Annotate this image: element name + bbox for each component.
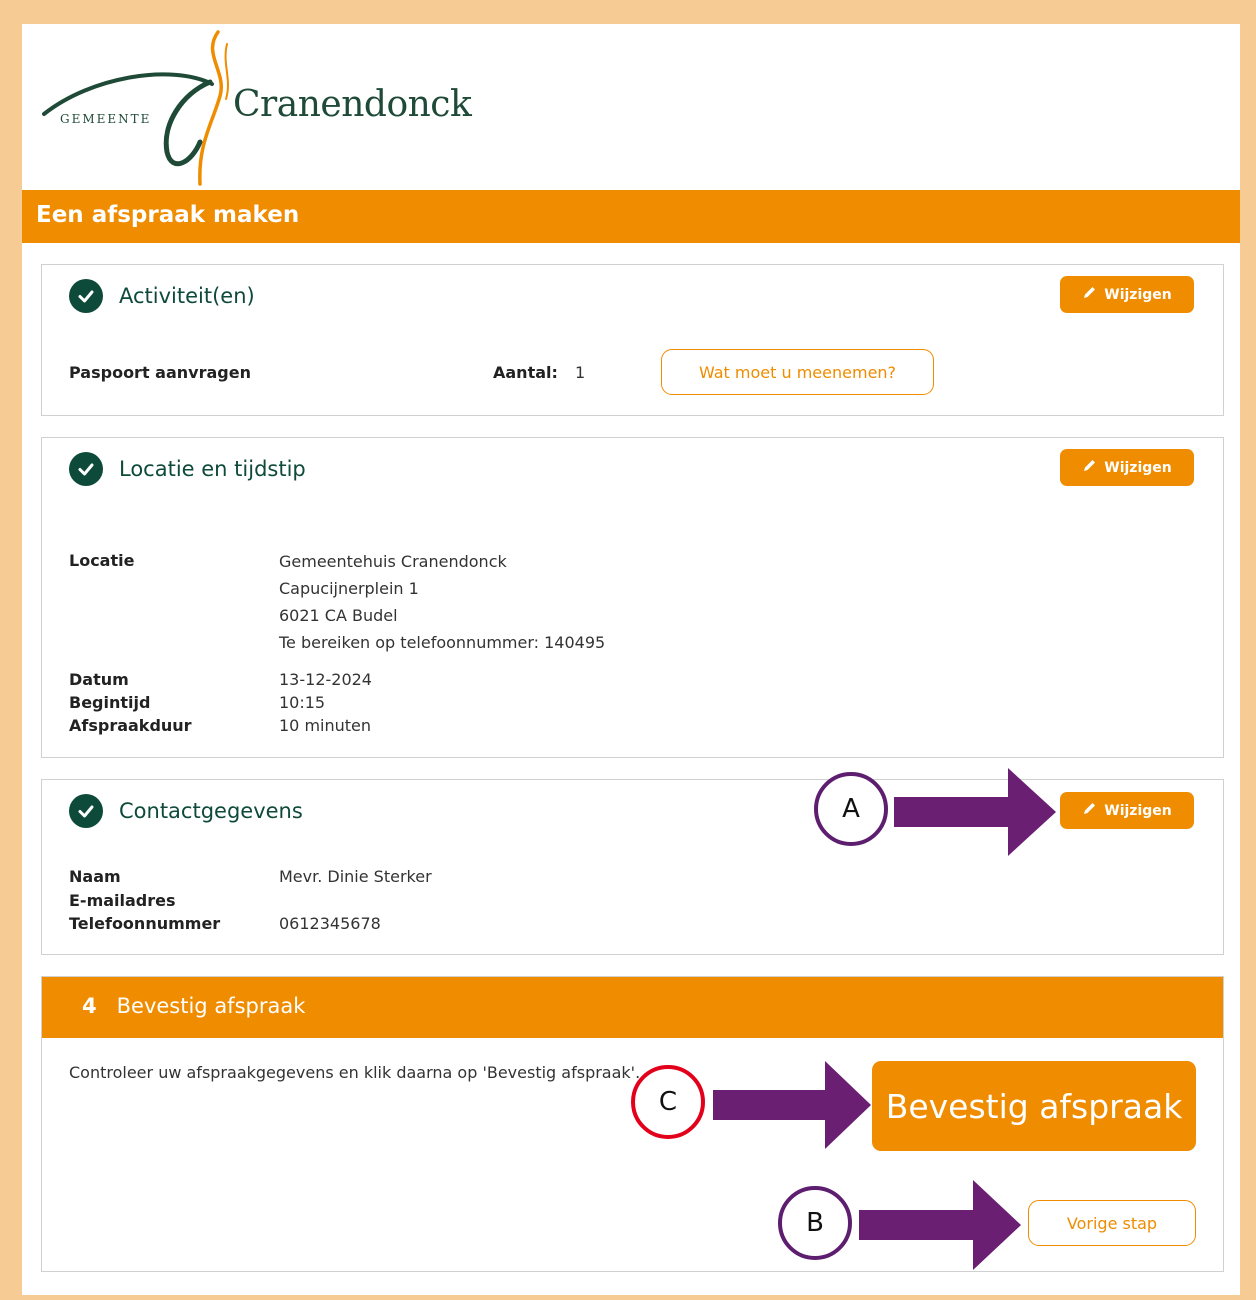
- location-card: Locatie en tijdstip Wijzigen Locatie Gem…: [41, 437, 1224, 758]
- contact-edit-button[interactable]: Wijzigen: [1060, 792, 1194, 829]
- location-label: Locatie: [69, 551, 135, 570]
- what-to-bring-button[interactable]: Wat moet u meenemen?: [661, 349, 934, 395]
- location-title: Locatie en tijdstip: [119, 457, 306, 481]
- activities-card: Activiteit(en) Wijzigen Paspoort aanvrag…: [41, 264, 1224, 416]
- confirm-instruction: Controleer uw afspraakgegevens en klik d…: [69, 1063, 641, 1082]
- contact-header: Contactgegevens: [69, 794, 303, 828]
- pencil-icon: [1082, 801, 1097, 820]
- confirm-card: 4 Bevestig afspraak Controleer uw afspraa…: [41, 976, 1224, 1272]
- count-value: 1: [575, 363, 586, 382]
- annotation-marker-a: A: [814, 772, 888, 846]
- count-label: Aantal:: [493, 363, 558, 382]
- phone-label: Telefoonnummer: [69, 914, 221, 933]
- duration-label: Afspraakduur: [69, 716, 192, 735]
- logo-gemeente-text: GEMEENTE: [60, 112, 152, 126]
- annotation-arrow-b-icon: [859, 1180, 1021, 1270]
- location-edit-label: Wijzigen: [1104, 459, 1172, 476]
- activities-edit-button[interactable]: Wijzigen: [1060, 276, 1194, 313]
- date-value: 13-12-2024: [279, 670, 372, 689]
- page-title: Een afspraak maken: [22, 190, 1240, 243]
- check-circle-icon: [69, 452, 103, 486]
- page: GEMEENTE Cranendonck Een afspraak maken …: [22, 24, 1240, 1295]
- logo-name-text: Cranendonck: [233, 84, 472, 125]
- location-line-4: Te bereiken op telefoonnummer: 140495: [279, 633, 606, 652]
- pencil-icon: [1082, 458, 1097, 477]
- logo: GEMEENTE Cranendonck: [22, 24, 482, 190]
- phone-value: 0612345678: [279, 914, 381, 933]
- location-line-3: 6021 CA Budel: [279, 606, 398, 625]
- location-line-2: Capucijnerplein 1: [279, 579, 419, 598]
- previous-step-button[interactable]: Vorige stap: [1028, 1200, 1196, 1246]
- email-label: E-mailadres: [69, 891, 176, 910]
- confirm-appointment-button[interactable]: Bevestig afspraak: [872, 1061, 1196, 1151]
- name-label: Naam: [69, 867, 121, 886]
- location-line-1: Gemeentehuis Cranendonck: [279, 552, 507, 571]
- step-number: 4: [82, 994, 97, 1018]
- activities-title: Activiteit(en): [119, 284, 255, 308]
- confirm-title: Bevestig afspraak: [116, 994, 306, 1018]
- activity-item: Paspoort aanvragen: [69, 363, 251, 382]
- location-edit-button[interactable]: Wijzigen: [1060, 449, 1194, 486]
- check-circle-icon: [69, 794, 103, 828]
- activities-header: Activiteit(en): [69, 279, 255, 313]
- annotation-arrow-c-icon: [713, 1061, 871, 1149]
- duration-value: 10 minuten: [279, 716, 372, 735]
- annotation-arrow-a-icon: [894, 768, 1056, 856]
- annotation-marker-c: C: [631, 1065, 705, 1139]
- date-label: Datum: [69, 670, 129, 689]
- location-header: Locatie en tijdstip: [69, 452, 306, 486]
- start-time-label: Begintijd: [69, 693, 151, 712]
- contact-edit-label: Wijzigen: [1104, 802, 1172, 819]
- check-circle-icon: [69, 279, 103, 313]
- contact-title: Contactgegevens: [119, 799, 303, 823]
- name-value: Mevr. Dinie Sterker: [279, 867, 432, 886]
- pencil-icon: [1082, 285, 1097, 304]
- annotation-marker-b: B: [778, 1186, 852, 1260]
- confirm-header: 4 Bevestig afspraak: [42, 977, 1223, 1038]
- start-time-value: 10:15: [279, 693, 326, 712]
- activities-edit-label: Wijzigen: [1104, 286, 1172, 303]
